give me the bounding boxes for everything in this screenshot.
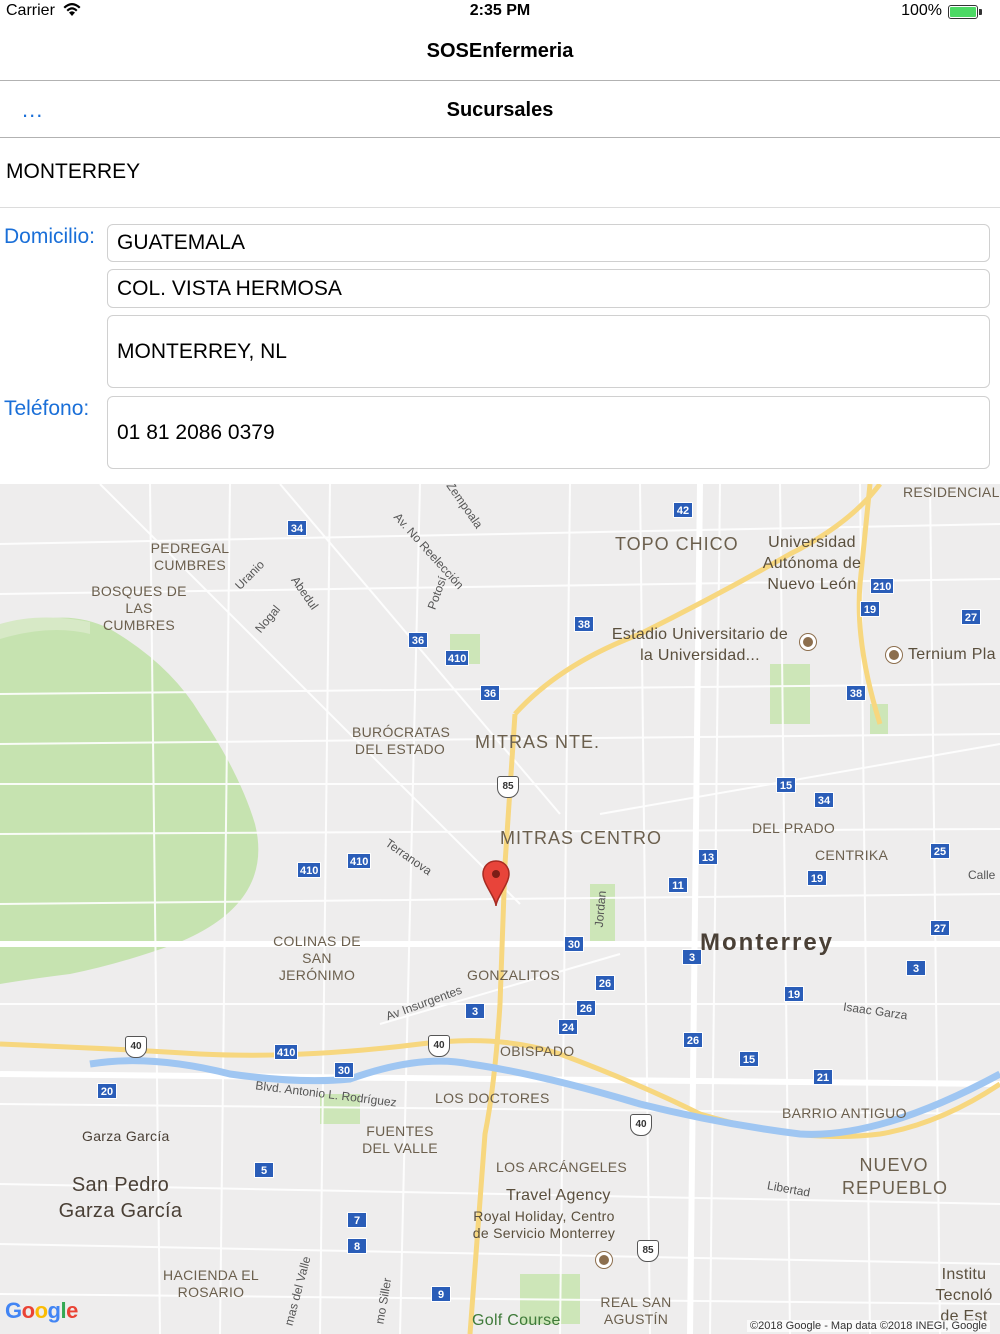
route-shield: 27: [930, 920, 950, 936]
interstate-shield: 40: [125, 1036, 147, 1058]
place-royal-holiday: Royal Holiday, Centro de Servicio Monter…: [472, 1208, 616, 1241]
branch-name: MONTERREY: [0, 138, 1000, 208]
place-pedregal-cumbres: PEDREGAL CUMBRES: [150, 540, 230, 573]
place-travel-agency: Travel Agency: [506, 1187, 611, 1204]
route-shield: 24: [558, 1019, 578, 1035]
route-shield: 410: [297, 862, 322, 878]
place-burocratas: BURÓCRATAS DEL ESTADO: [352, 724, 451, 757]
address-label: Domicilio:: [4, 225, 96, 248]
route-shield: 19: [860, 601, 880, 617]
interstate-shield: 40: [428, 1035, 450, 1057]
place-mitras-nte: MITRAS NTE.: [475, 732, 601, 752]
battery-icon: [948, 5, 978, 19]
route-shield: 25: [930, 843, 950, 859]
place-estadio: Estadio Universitario de la Universidad.…: [611, 626, 789, 664]
status-time: 2:35 PM: [469, 2, 531, 19]
route-shield: 410: [274, 1044, 299, 1060]
section-title: Sucursales: [446, 99, 554, 121]
interstate-shield: 85: [637, 1240, 659, 1262]
google-logo: Google: [5, 1298, 78, 1323]
route-shield: 3: [465, 1003, 485, 1019]
route-shield: 8: [347, 1238, 367, 1254]
place-instituto: Institu Tecnoló de Est: [935, 1266, 993, 1325]
route-shield: 15: [739, 1051, 759, 1067]
route-shield: 20: [97, 1083, 117, 1099]
place-obispado: OBISPADO: [500, 1043, 575, 1059]
place-residencial-nova: RESIDENCIAL NOVA: [903, 484, 1000, 500]
route-shield: 27: [961, 609, 981, 625]
royal-holiday-icon[interactable]: [596, 1252, 612, 1268]
place-bosques-cumbres: BOSQUES DE LAS CUMBRES: [91, 583, 187, 633]
address-line3-field[interactable]: MONTERREY, NL: [107, 315, 990, 388]
route-shield: 19: [807, 870, 827, 886]
route-shield: 13: [698, 849, 718, 865]
place-los-doctores: LOS DOCTORES: [435, 1090, 550, 1106]
battery-tip: [979, 9, 982, 15]
route-shield: 19: [784, 986, 804, 1002]
route-shield: 42: [673, 502, 693, 518]
route-shield: 9: [431, 1286, 451, 1302]
route-shield: 11: [668, 877, 688, 893]
route-shield: 34: [287, 520, 307, 536]
route-shield: 21: [813, 1069, 833, 1085]
route-shield: 26: [683, 1032, 703, 1048]
app-navigation-bar: SOSEnfermeria: [0, 24, 1000, 81]
place-hacienda-rosario: HACIENDA EL ROSARIO: [163, 1267, 259, 1300]
battery-percentage: 100%: [901, 2, 942, 19]
route-shield: 7: [347, 1212, 367, 1228]
app-title: SOSEnfermeria: [426, 40, 574, 62]
map-view[interactable]: RESIDENCIAL NOVA PEDREGAL CUMBRES BOSQUE…: [0, 484, 1000, 1334]
street-calle: Calle: [968, 868, 996, 882]
map-copyright[interactable]: ©2018 Google - Map data ©2018 INEGI, Goo…: [747, 1320, 990, 1332]
place-colinas: COLINAS DE SAN JERÓNIMO: [273, 933, 361, 983]
place-monterrey: Monterrey: [700, 929, 835, 956]
place-los-arcangeles: LOS ARCÁNGELES: [496, 1159, 628, 1175]
route-shield: 38: [574, 616, 594, 632]
place-mitras-centro: MITRAS CENTRO: [500, 828, 663, 848]
route-shield: 410: [347, 853, 372, 869]
place-golf-course: Golf Course: [472, 1312, 561, 1329]
place-topo-chico: TOPO CHICO: [615, 534, 739, 554]
interstate-shield: 85: [497, 776, 519, 798]
route-shield: 30: [334, 1062, 354, 1078]
route-shield: 15: [776, 777, 796, 793]
place-barrio-antiguo: BARRIO ANTIGUO: [782, 1105, 907, 1121]
phone-field[interactable]: 01 81 2086 0379: [107, 396, 990, 469]
route-shield: 34: [814, 792, 834, 808]
place-fuentes-valle: FUENTES DEL VALLE: [362, 1123, 438, 1156]
phone-label: Teléfono:: [4, 397, 90, 420]
interstate-shield: 40: [630, 1114, 652, 1136]
route-shield: 36: [408, 632, 428, 648]
place-san-pedro: San Pedro Garza García: [58, 1174, 183, 1222]
route-shield: 210: [870, 578, 895, 594]
place-ternium: Ternium Pla: [908, 646, 996, 663]
route-shield: 410: [445, 650, 470, 666]
route-shield: 3: [906, 960, 926, 976]
place-gonzalitos: GONZALITOS: [467, 967, 560, 983]
place-uanl: Universidad Autónoma de Nuevo León: [762, 534, 862, 593]
route-shield: 36: [480, 685, 500, 701]
stadium-icon[interactable]: [800, 634, 816, 650]
place-nuevo-repueblo: NUEVO REPUEBLO: [842, 1155, 949, 1198]
route-shield: 38: [846, 685, 866, 701]
ternium-icon[interactable]: [886, 647, 902, 663]
route-shield: 3: [682, 949, 702, 965]
place-del-prado: DEL PRADO: [752, 820, 836, 836]
route-shield: 5: [254, 1162, 274, 1178]
place-garza-garcia: Garza García: [82, 1128, 170, 1144]
route-shield: 26: [595, 975, 615, 991]
place-centrika: CENTRIKA: [815, 847, 889, 863]
route-shield: 26: [576, 1000, 596, 1016]
place-real-san-agustin: REAL SAN AGUSTÍN: [600, 1294, 672, 1327]
address-line2-field[interactable]: COL. VISTA HERMOSA: [107, 269, 990, 308]
section-navigation-bar: ... Sucursales: [0, 81, 1000, 138]
address-line1-field[interactable]: GUATEMALA: [107, 224, 990, 262]
route-shield: 30: [564, 936, 584, 952]
status-bar: Carrier 2:35 PM 100%: [0, 0, 1000, 24]
